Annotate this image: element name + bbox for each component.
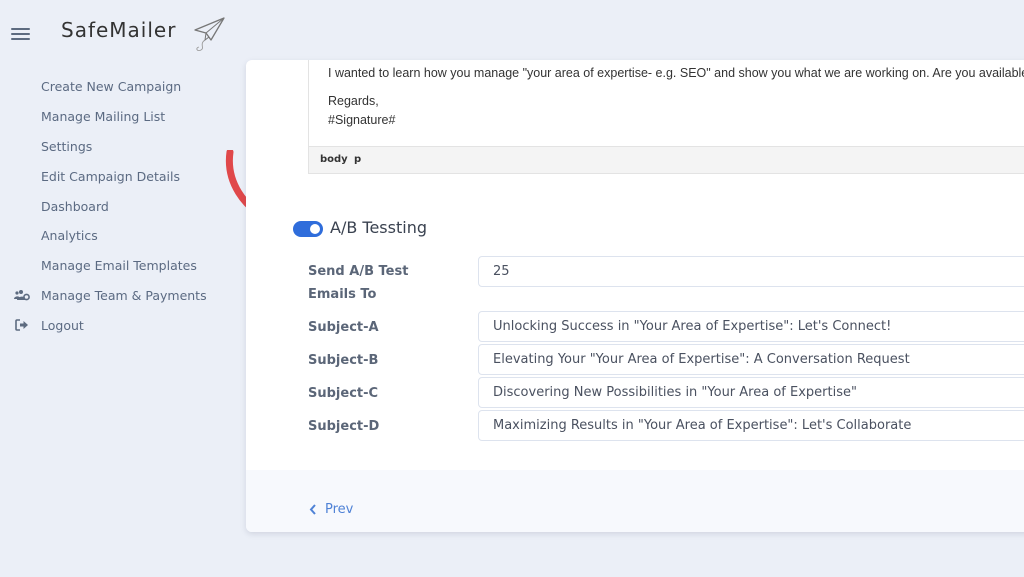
paper-plane-icon <box>194 17 225 51</box>
sidebar-item-manage-team-payments[interactable]: Manage Team & Payments <box>0 281 240 311</box>
prev-button[interactable]: Prev <box>309 502 353 517</box>
users-cog-icon <box>14 288 30 302</box>
status-path-p[interactable]: p <box>354 154 361 165</box>
chevron-left-icon <box>309 504 316 515</box>
subject-b-label: Subject-B <box>308 353 379 368</box>
sidebar-item-label: Settings <box>41 138 93 154</box>
send-to-label: Send A/B Test Emails To <box>308 260 408 306</box>
sidebar-item-analytics[interactable]: Analytics <box>0 221 240 251</box>
ab-testing-toggle[interactable] <box>293 221 323 237</box>
status-path-body[interactable]: body <box>320 154 348 165</box>
sidebar: Create New Campaign Manage Mailing List … <box>0 72 240 340</box>
hamburger-menu-icon[interactable] <box>11 28 30 42</box>
subject-c-label: Subject-C <box>308 386 379 401</box>
editor-line: #Signature# <box>328 113 396 127</box>
send-to-input[interactable] <box>478 256 1024 287</box>
sidebar-item-label: Create New Campaign <box>41 79 182 95</box>
campaign-form-card: I wanted to learn how you manage "your a… <box>246 60 1024 532</box>
sidebar-item-logout[interactable]: Logout <box>0 310 240 340</box>
toggle-knob <box>310 224 320 234</box>
editor-line: Regards, <box>328 94 379 108</box>
sidebar-item-label: Manage Mailing List <box>41 109 166 125</box>
subject-d-input[interactable] <box>478 410 1024 441</box>
email-body-editor[interactable]: I wanted to learn how you manage "your a… <box>308 60 1024 146</box>
sidebar-item-label: Analytics <box>41 228 98 244</box>
sidebar-item-label: Manage Team & Payments <box>41 287 207 303</box>
sign-out-icon <box>14 318 30 332</box>
send-to-label-line1: Send A/B Test <box>308 264 409 279</box>
subject-a-label: Subject-A <box>308 320 379 335</box>
sidebar-item-settings[interactable]: Settings <box>0 132 240 162</box>
sidebar-item-manage-mailing-list[interactable]: Manage Mailing List <box>0 102 240 132</box>
sidebar-item-label: Edit Campaign Details <box>41 168 180 184</box>
sidebar-item-label: Manage Email Templates <box>41 258 197 274</box>
editor-status-bar: body p <box>308 146 1024 174</box>
sidebar-item-label: Dashboard <box>41 198 109 214</box>
card-footer: Prev <box>246 470 1024 532</box>
subject-c-input[interactable] <box>478 377 1024 408</box>
app-name: SafeMailer <box>61 18 177 42</box>
send-to-label-line2: Emails To <box>308 287 377 302</box>
editor-line: I wanted to learn how you manage "your a… <box>328 66 1024 80</box>
prev-label: Prev <box>325 502 354 517</box>
sidebar-item-dashboard[interactable]: Dashboard <box>0 191 240 221</box>
ab-testing-title: A/B Tessting <box>330 218 427 237</box>
sidebar-item-edit-campaign-details[interactable]: Edit Campaign Details <box>0 161 240 191</box>
subject-b-input[interactable] <box>478 344 1024 375</box>
subject-d-label: Subject-D <box>308 419 380 434</box>
sidebar-item-create-new-campaign[interactable]: Create New Campaign <box>0 72 240 102</box>
sidebar-item-label: Logout <box>41 317 84 333</box>
sidebar-item-manage-email-templates[interactable]: Manage Email Templates <box>0 251 240 281</box>
subject-a-input[interactable] <box>478 311 1024 342</box>
